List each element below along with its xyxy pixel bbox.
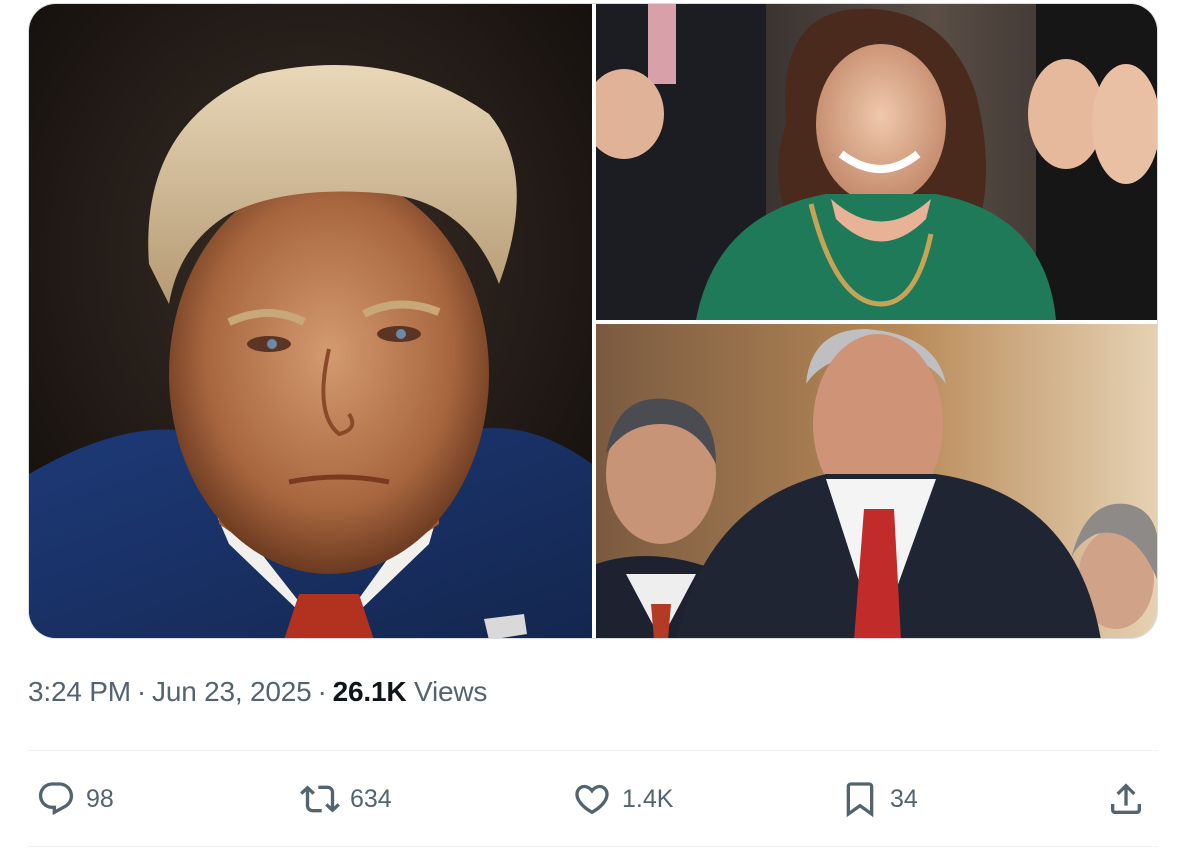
divider [28,846,1158,847]
views-count: 26.1K [332,676,407,707]
heart-icon [575,784,609,815]
share-icon [1111,783,1141,814]
tweet-detail: 3:24 PM · Jun 23, 2025 · 26.1K Views 98 634 … [0,0,1190,854]
separator: · [317,676,327,707]
media-photo-1[interactable] [29,4,592,638]
divider [28,750,1158,751]
retweet-button[interactable]: 634 [300,770,392,828]
media-photo-2[interactable] [596,4,1157,320]
like-count: 1.4K [622,784,674,813]
tweet-time[interactable]: 3:24 PM [28,676,131,707]
retweet-count: 634 [350,784,392,813]
reply-icon [38,782,74,816]
retweet-icon [300,785,340,813]
reply-button[interactable]: 98 [36,770,114,828]
share-button[interactable] [1106,770,1146,828]
separator: · [136,676,147,707]
bookmark-count: 34 [890,784,918,813]
bookmark-button[interactable]: 34 [840,770,918,828]
tweet-meta: 3:24 PM · Jun 23, 2025 · 26.1K Views [28,676,487,708]
group-photo-3 [596,324,1157,638]
views-label: Views [413,676,488,707]
reply-count: 98 [86,784,114,813]
tweet-date[interactable]: Jun 23, 2025 [152,676,312,707]
media-grid [28,3,1158,639]
like-button[interactable]: 1.4K [572,770,673,828]
action-bar: 98 634 1.4K 34 [28,770,1158,828]
bookmark-icon [846,782,874,818]
portrait-photo-1 [29,4,592,638]
media-photo-3[interactable] [596,324,1157,638]
portrait-photo-2 [596,4,1157,320]
